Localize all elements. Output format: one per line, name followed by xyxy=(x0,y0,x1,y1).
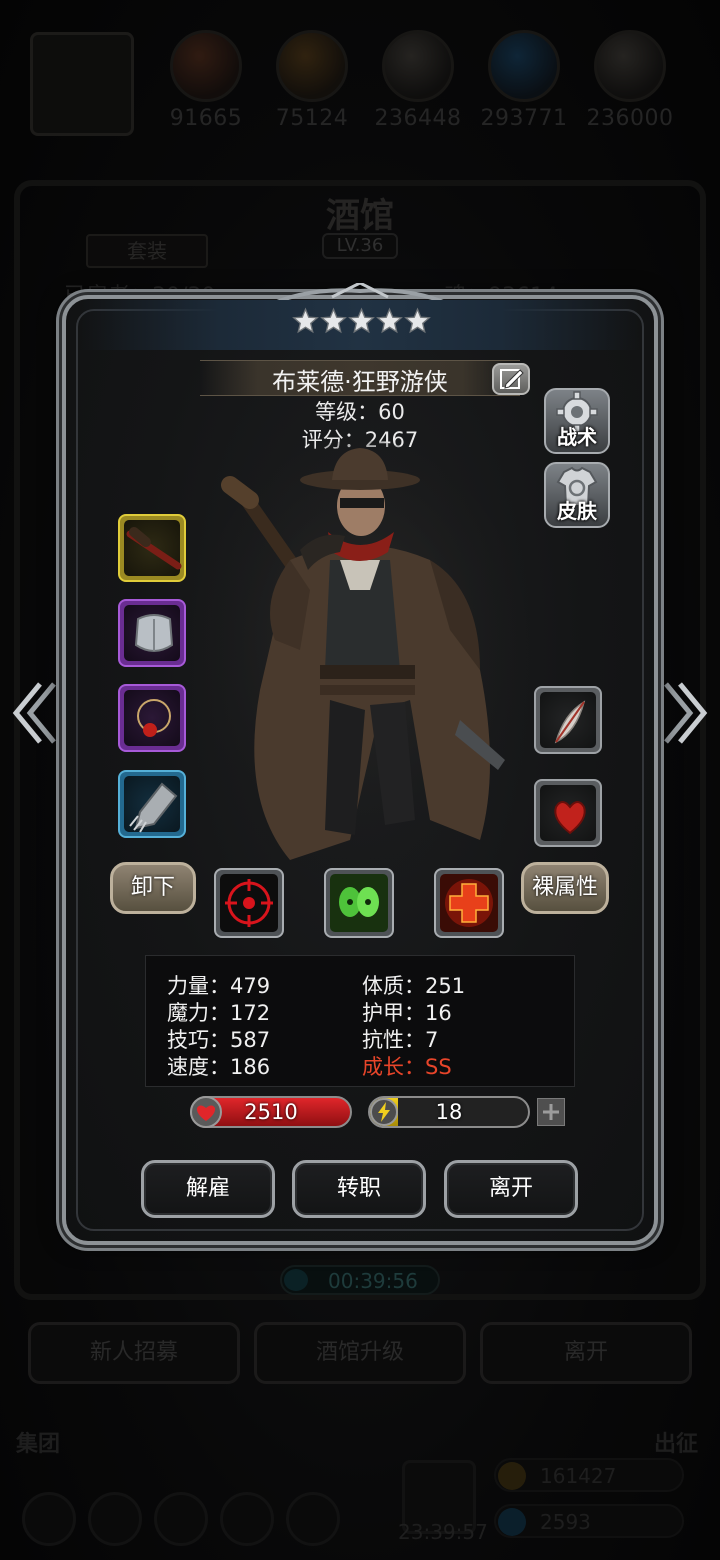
stat-skill: 技巧：587 xyxy=(167,1028,271,1052)
rifle-icon xyxy=(126,527,182,570)
charm-slot[interactable] xyxy=(534,686,602,754)
skill-background xyxy=(220,874,278,932)
skill-background xyxy=(440,874,498,932)
hp-bar: 2510 xyxy=(190,1096,352,1128)
lightning-icon xyxy=(370,1098,398,1126)
skill-background xyxy=(330,874,388,932)
accessory-slot[interactable] xyxy=(118,684,186,752)
stat-growth: 成长：SS xyxy=(362,1055,452,1079)
armor-slot[interactable] xyxy=(118,599,186,667)
pencil-icon xyxy=(500,369,524,389)
stat-armor: 护甲：16 xyxy=(362,1001,452,1025)
leave-button[interactable]: 离开 xyxy=(444,1160,578,1218)
tactics-label: 战术 xyxy=(557,425,597,449)
slot-background xyxy=(124,520,182,576)
slot-background xyxy=(124,776,180,833)
skill-slot-3[interactable] xyxy=(434,868,504,938)
energy-bar: 18 xyxy=(368,1096,530,1128)
stat-constitution: 体质：251 xyxy=(362,974,466,998)
star-icon xyxy=(404,307,431,334)
stat-resistance: 抗性：7 xyxy=(362,1028,439,1052)
gauntlet-icon xyxy=(129,782,178,833)
heart-gem-icon xyxy=(554,801,586,835)
star-icon xyxy=(348,307,375,334)
slot-background xyxy=(124,690,180,746)
star-icon xyxy=(320,307,347,334)
plus-icon xyxy=(543,1104,559,1120)
next-hero-arrow-icon[interactable] xyxy=(658,680,710,746)
previous-hero-arrow-icon[interactable] xyxy=(10,680,62,746)
relic-slot[interactable] xyxy=(534,779,602,847)
stat-strength: 力量：479 xyxy=(167,974,271,998)
dismiss-button[interactable]: 解雇 xyxy=(141,1160,275,1218)
hero-star-rating xyxy=(292,306,432,340)
star-icon xyxy=(376,307,403,334)
add-energy-button[interactable] xyxy=(537,1098,565,1126)
gloves-slot[interactable] xyxy=(118,770,186,838)
red-cross-skill-icon xyxy=(445,879,493,927)
change-class-button[interactable]: 转职 xyxy=(292,1160,426,1218)
tactics-button[interactable]: 战术 xyxy=(544,388,610,454)
hero-portrait xyxy=(190,440,530,880)
unequip-button[interactable]: 卸下 xyxy=(110,862,196,914)
crosshair-skill-icon xyxy=(225,879,273,927)
star-icon xyxy=(292,307,319,334)
slot-background xyxy=(540,692,596,748)
skin-button[interactable]: 皮肤 xyxy=(544,462,610,528)
weapon-slot[interactable] xyxy=(118,514,186,582)
skin-label: 皮肤 xyxy=(557,499,597,523)
heart-icon xyxy=(190,1096,222,1128)
feather-icon xyxy=(554,700,586,744)
skill-slot-1[interactable] xyxy=(214,868,284,938)
slot-background xyxy=(124,605,180,661)
stat-speed: 速度：186 xyxy=(167,1055,271,1079)
base-stats-button[interactable]: 裸属性 xyxy=(521,862,609,914)
stat-magic: 魔力：172 xyxy=(167,1001,271,1025)
skill-slot-2[interactable] xyxy=(324,868,394,938)
chest-armor-icon xyxy=(134,614,174,652)
hero-name: 布莱德·狂野游侠 xyxy=(272,368,448,396)
slot-background xyxy=(540,785,596,841)
rename-button[interactable] xyxy=(492,363,530,395)
amulet-icon xyxy=(137,699,171,737)
hero-level: 等级：60 xyxy=(315,400,405,424)
twin-skull-skill-icon xyxy=(339,887,379,917)
